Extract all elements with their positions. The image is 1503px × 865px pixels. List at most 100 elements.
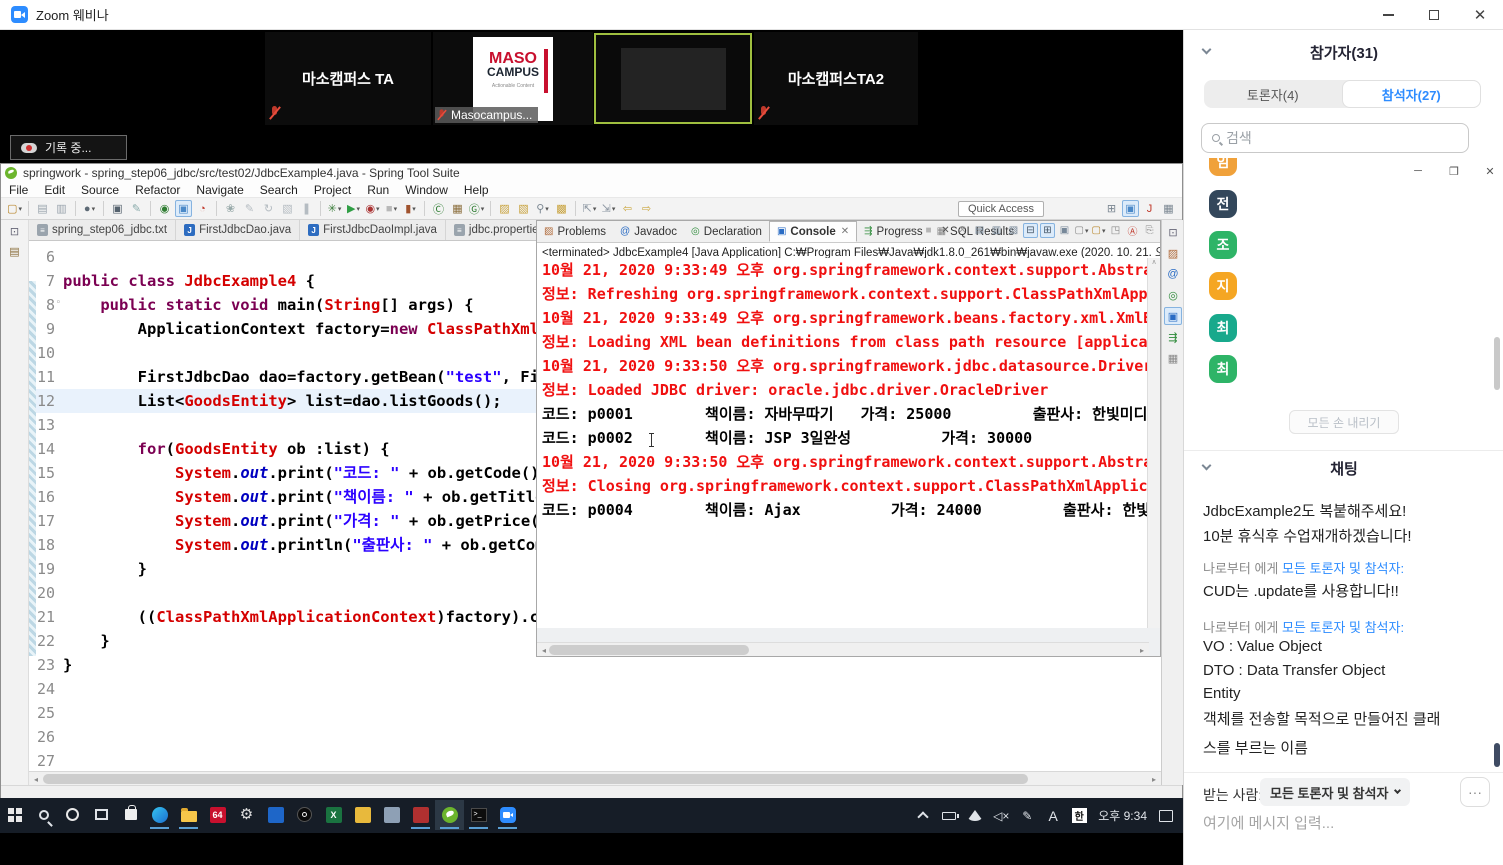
explorer-icon[interactable] — [174, 800, 203, 830]
excel-icon[interactable]: X — [319, 800, 348, 830]
bandizip-icon[interactable]: 64 — [203, 800, 232, 830]
editor-tab[interactable]: ≡spring_step06_jdbc.txt — [29, 220, 176, 240]
minimize-button[interactable] — [1365, 0, 1411, 30]
new-console-icon[interactable]: ◳ — [1108, 223, 1123, 238]
link-icon[interactable]: ∞ — [904, 223, 919, 238]
export-icon[interactable]: ▧ — [1006, 223, 1021, 238]
package-explorer-icon[interactable]: ▤ — [6, 243, 23, 260]
javadoc-icon[interactable]: @ — [1164, 265, 1182, 283]
spring-perspective-icon[interactable]: ▣ — [1122, 200, 1139, 217]
verify-icon[interactable]: ◉ — [156, 200, 173, 217]
restore-views-icon[interactable]: ⊡ — [6, 223, 23, 240]
progress-icon[interactable]: ⇶ — [1164, 328, 1182, 346]
collapse-participants-icon[interactable] — [1202, 45, 1212, 55]
tab-panelists[interactable]: 토론자(4) — [1204, 80, 1342, 108]
maximize-button[interactable] — [1411, 0, 1457, 30]
run-icon[interactable]: ▶▾ — [345, 200, 362, 217]
console-hscrollbar[interactable]: ◂ ▸ — [537, 642, 1149, 656]
open-folder-icon[interactable]: ▨ — [496, 200, 513, 217]
eclipse-minimize-button[interactable]: ─ — [1411, 165, 1425, 178]
search-input[interactable]: 검색 — [1201, 123, 1469, 153]
volume-muted-icon[interactable]: ◁× — [988, 809, 1014, 823]
video-tile[interactable]: MASO CAMPUS Actionable Content Masocampu… — [433, 32, 593, 125]
word-wrap-icon[interactable]: ⊞ — [1040, 223, 1055, 238]
quick-access-box[interactable]: Quick Access — [958, 201, 1044, 217]
stop-icon[interactable]: ■ — [921, 223, 936, 238]
notification-center-icon[interactable] — [1153, 810, 1179, 822]
ime-latin-icon[interactable]: A — [1040, 808, 1066, 824]
coverage-icon[interactable]: ▮▾ — [402, 200, 419, 217]
mail-icon[interactable]: ▧ — [279, 200, 296, 217]
java-perspective-icon[interactable]: J — [1141, 200, 1158, 217]
eclipse-restore-button[interactable]: ❐ — [1447, 165, 1461, 178]
taskbar-clock[interactable]: 오후 9:34 — [1092, 807, 1153, 824]
tab-attendees[interactable]: 참석자(27) — [1342, 80, 1482, 108]
participant-item[interactable]: 전 — [1209, 190, 1237, 218]
new-wizard-icon[interactable]: ▢▾ — [6, 200, 23, 217]
task-view-button[interactable] — [87, 800, 116, 830]
send-to-dropdown[interactable]: 모든 토론자 및 참석자 — [1260, 778, 1410, 806]
open-console-icon[interactable]: ▢▾ — [1091, 223, 1106, 238]
chat-more-button[interactable]: ··· — [1460, 777, 1490, 807]
keepass-icon[interactable] — [290, 800, 319, 830]
menu-help[interactable]: Help — [456, 183, 497, 197]
close-button[interactable]: ✕ — [1457, 0, 1503, 30]
eclipse-close-button[interactable]: ✕ — [1483, 165, 1497, 178]
new-class-icon[interactable]: Ⓒ — [430, 200, 447, 217]
profile-icon[interactable]: ◉▾ — [364, 200, 381, 217]
timer-icon[interactable]: ◔ — [194, 200, 211, 217]
generate-icon[interactable]: Ⓖ▾ — [468, 200, 485, 217]
refresh-icon[interactable]: ↻ — [260, 200, 277, 217]
collapse-chat-icon[interactable] — [1202, 461, 1212, 471]
console-tab-javadoc[interactable]: @Javadoc — [613, 221, 684, 242]
video-tile[interactable]: 마소캠퍼스TA2 — [754, 32, 918, 125]
spring-sts-icon[interactable] — [435, 800, 464, 830]
mail-icon[interactable] — [261, 800, 290, 830]
annotation-icon[interactable]: Ⓐ — [1125, 223, 1140, 238]
battery-icon[interactable] — [936, 812, 962, 820]
menu-refactor[interactable]: Refactor — [127, 183, 188, 197]
editor-hscrollbar[interactable]: ◂ ▸ — [29, 771, 1161, 785]
menu-file[interactable]: File — [1, 183, 36, 197]
menu-edit[interactable]: Edit — [36, 183, 73, 197]
console-tab-console[interactable]: ▣Console✕ — [769, 221, 857, 242]
acrobat-icon[interactable] — [406, 800, 435, 830]
new-package-icon[interactable]: ▦ — [449, 200, 466, 217]
save-all-icon[interactable]: ▥ — [53, 200, 70, 217]
declaration-icon[interactable]: ◎ — [1164, 286, 1182, 304]
hancom-icon[interactable] — [348, 800, 377, 830]
stop-icon[interactable]: ■▾ — [383, 200, 400, 217]
settings-icon[interactable]: ⚙ — [232, 800, 261, 830]
pin-console-icon[interactable]: ▣ — [1057, 223, 1072, 238]
open-perspective-icon[interactable]: ⊞ — [1103, 200, 1120, 217]
restore-panel-icon[interactable]: ⊡ — [1164, 223, 1182, 241]
store-icon[interactable] — [116, 800, 145, 830]
problems-icon[interactable]: ▨ — [1164, 244, 1182, 262]
video-tile-selected[interactable] — [594, 33, 752, 124]
package-icon[interactable]: ▩ — [553, 200, 570, 217]
show-hidden-icons[interactable] — [910, 810, 936, 821]
console-output[interactable]: 10월 21, 2020 9:33:49 오후 org.springframew… — [537, 258, 1160, 628]
remove-launch-icon[interactable]: ✕ — [938, 223, 953, 238]
search-tool-icon[interactable]: ⚲▾ — [534, 200, 551, 217]
debug-perspective-icon[interactable]: ▦ — [1160, 200, 1177, 217]
console-vscrollbar[interactable]: ∧ — [1147, 258, 1160, 628]
zoom-icon[interactable] — [493, 800, 522, 830]
console-tab-declaration[interactable]: ◎Declaration — [684, 221, 769, 242]
back-icon[interactable]: ⇦ — [619, 200, 636, 217]
participant-item[interactable]: 최 — [1209, 314, 1237, 342]
menu-run[interactable]: Run — [359, 183, 397, 197]
edge-icon[interactable] — [145, 800, 174, 830]
task-icon[interactable]: ⇲▾ — [600, 200, 617, 217]
forward-icon[interactable]: ⇨ — [638, 200, 655, 217]
wifi-icon[interactable] — [962, 810, 988, 821]
close-tab-icon[interactable]: ✕ — [841, 226, 849, 237]
participant-item[interactable]: 조 — [1209, 231, 1237, 259]
pen-icon[interactable]: ✎ — [1014, 809, 1040, 823]
menu-navigate[interactable]: Navigate — [188, 183, 251, 197]
start-button[interactable] — [0, 800, 29, 830]
menu-window[interactable]: Window — [397, 183, 456, 197]
scroll-lock-icon[interactable]: ⊟ — [1023, 223, 1038, 238]
participant-item[interactable]: 지 — [1209, 272, 1237, 300]
pencil-icon[interactable]: ✎ — [241, 200, 258, 217]
